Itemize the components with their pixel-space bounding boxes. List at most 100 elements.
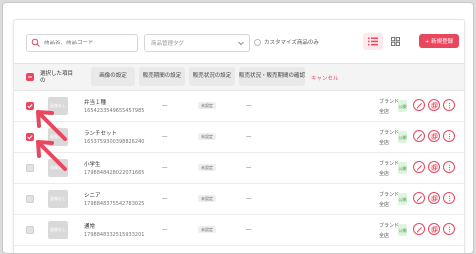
table-row[interactable]: 画像なし 小学生 1798848428022071665— 未設定 — ブランド 全店 公開 [14, 153, 464, 184]
annotation-arrow-2 [36, 140, 67, 171]
pencil-icon [416, 164, 422, 170]
brand-label: ブランド [379, 130, 400, 136]
publish-badge: 公開 [398, 100, 407, 112]
pencil-icon [416, 102, 422, 108]
more-vertical-icon [448, 102, 450, 108]
list-icon [368, 37, 378, 46]
copy-icon [431, 225, 437, 232]
more-vertical-icon [448, 133, 450, 139]
copy-button[interactable] [428, 192, 440, 204]
sales-period-value: — [162, 227, 168, 233]
status-period-value: — [246, 196, 252, 202]
status-badge: 未設定 [198, 195, 216, 202]
search-icon [31, 38, 40, 47]
more-vertical-icon [448, 226, 450, 232]
product-thumbnail: 画像なし [48, 221, 68, 239]
search-input[interactable] [41, 40, 136, 46]
set-sales-period-button[interactable]: 販売期間の設定 [139, 67, 185, 86]
thumbnail-placeholder-text: 画像なし [50, 196, 66, 201]
copy-button[interactable] [428, 161, 440, 173]
pencil-icon [416, 195, 422, 201]
copy-icon [431, 194, 437, 201]
status-badge: 未設定 [198, 164, 216, 171]
product-name[interactable]: ランチセット [84, 129, 117, 137]
status-badge: 未設定 [198, 226, 216, 233]
row-checkbox[interactable] [26, 195, 34, 203]
copy-button[interactable] [428, 223, 440, 235]
new-product-button[interactable]: + 新規登録 [419, 34, 459, 48]
custom-only-toggle[interactable]: カスタマイズ商品のみ [254, 38, 319, 46]
sales-period-value: — [162, 103, 168, 109]
sales-period-value: — [162, 165, 168, 171]
store-label: 全店 [379, 140, 390, 146]
store-label: 全店 [379, 202, 390, 208]
status-period-value: — [246, 227, 252, 233]
brand-label: ブランド [379, 99, 400, 105]
pencil-icon [416, 226, 422, 232]
copy-button[interactable] [428, 99, 440, 111]
set-sales-status-button[interactable]: 販売状況の設定 [189, 67, 235, 86]
custom-only-radio[interactable] [254, 38, 261, 46]
status-period-value: — [246, 103, 252, 109]
select-all-checkbox[interactable] [26, 73, 34, 81]
grid-icon [390, 37, 400, 46]
copy-button[interactable] [428, 130, 440, 142]
product-code: 1798848428022071665 [84, 170, 145, 176]
more-options-button[interactable] [443, 192, 455, 204]
tag-select-placeholder: 商品管理タグ [151, 41, 185, 47]
edit-button[interactable] [413, 130, 425, 142]
more-options-button[interactable] [443, 161, 455, 173]
product-list-panel: 商品管理タグ カスタマイズ商品のみ + 新規登録 [13, 19, 465, 253]
edit-button[interactable] [413, 161, 425, 173]
publish-badge: 公開 [398, 162, 407, 174]
status-period-value: — [246, 134, 252, 140]
tag-select[interactable]: 商品管理タグ [144, 34, 250, 52]
status-badge: 未設定 [198, 133, 216, 140]
thumbnail-placeholder-text: 画像なし [50, 227, 66, 232]
product-code: 1654233549655457985 [84, 108, 145, 114]
store-label: 全店 [379, 233, 390, 239]
list-view-button[interactable] [363, 33, 383, 50]
product-name[interactable]: 弁当１種 [84, 98, 106, 106]
bulk-action-bar: 選択した項目の 画像の設定 販売期間の設定 販売状況の設定 販売状況・販売期間の… [14, 63, 464, 91]
set-image-button[interactable]: 画像の設定 [91, 67, 135, 86]
brand-label: ブランド [379, 223, 400, 229]
brand-label: ブランド [379, 161, 400, 167]
product-code: 1653759300398826240 [84, 139, 145, 145]
more-options-button[interactable] [443, 223, 455, 235]
status-badge: 未設定 [198, 102, 216, 109]
sales-period-value: — [162, 134, 168, 140]
product-name[interactable]: 小学生 [84, 160, 101, 168]
product-thumbnail: 画像なし [48, 190, 68, 208]
row-checkbox[interactable] [26, 226, 34, 234]
copy-icon [431, 101, 437, 108]
sales-period-value: — [162, 196, 168, 202]
product-name[interactable]: シニア [84, 191, 101, 199]
product-name[interactable]: 通常 [84, 222, 95, 230]
search-box[interactable] [26, 34, 138, 52]
store-label: 全店 [379, 109, 390, 115]
edit-button[interactable] [413, 223, 425, 235]
publish-badge: 公開 [398, 131, 407, 143]
table-row[interactable]: 画像なし 通常 1798848332515933201 — 未設定 — ブランド 全店 公開 [14, 215, 464, 246]
edit-button[interactable] [413, 192, 425, 204]
edit-button[interactable] [413, 99, 425, 111]
brand-label: ブランド [379, 192, 400, 198]
more-vertical-icon [448, 164, 450, 170]
more-options-button[interactable] [443, 99, 455, 111]
publish-badge: 公開 [398, 193, 407, 205]
more-options-button[interactable] [443, 130, 455, 142]
custom-only-label: カスタマイズ商品のみ [264, 40, 319, 46]
table-row[interactable]: 画像なし 弁当１種 1654233549655457985— 未設定 — ブランド 全店 公開 [14, 91, 464, 122]
check-status-period-button[interactable]: 販売状況・販売期間の確認 [239, 67, 305, 86]
pencil-icon [416, 133, 422, 139]
product-code: 1798848375542783025 [84, 201, 145, 207]
table-row[interactable]: 画像なし ランチセット 1653759300398826240— 未設定 — ブランド 全店… [14, 122, 464, 153]
cancel-selection-link[interactable]: キャンセル [311, 74, 339, 82]
copy-icon [431, 132, 437, 139]
table-row[interactable]: 画像なし シニア 1798848375542783025 — 未設定 — ブランド全店 公開 [14, 184, 464, 215]
copy-icon [431, 163, 437, 170]
store-label: 全店 [379, 171, 390, 177]
grid-view-button[interactable] [386, 33, 404, 50]
selected-items-label: 選択した項目の [40, 71, 74, 84]
